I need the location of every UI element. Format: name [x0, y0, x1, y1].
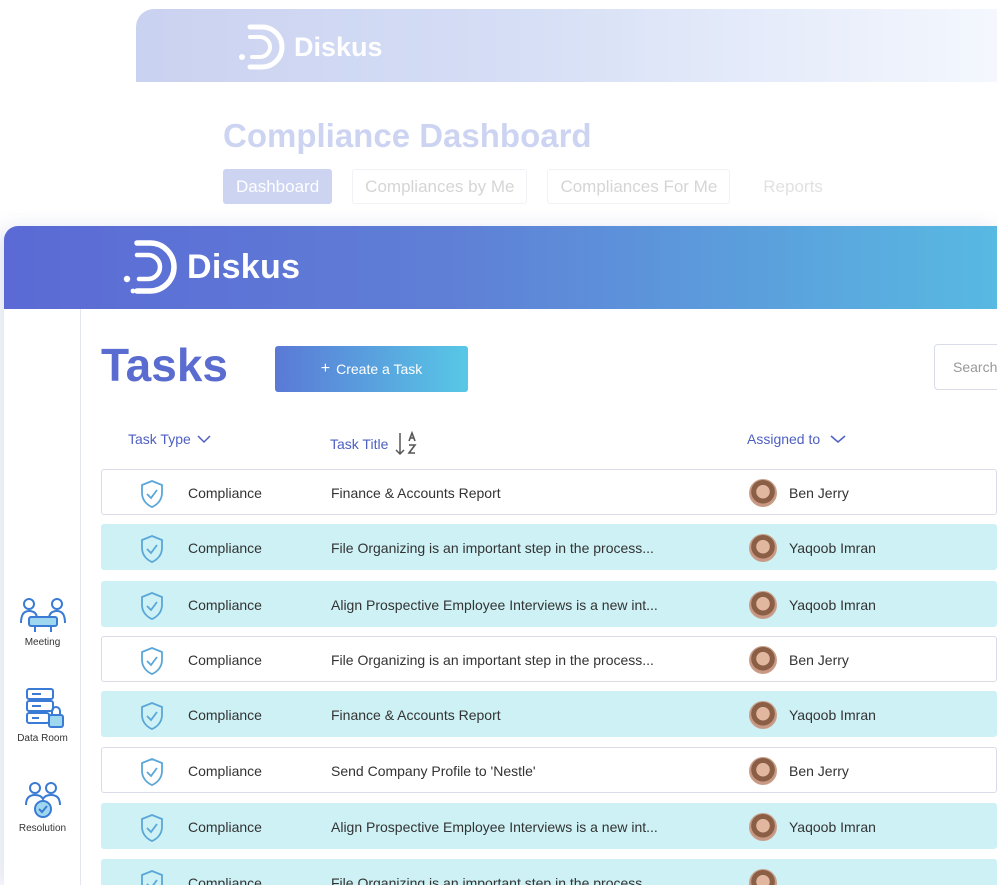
column-header-task-title[interactable]: Task Title [330, 431, 420, 457]
avatar [749, 869, 777, 885]
table-row[interactable]: Compliance File Organizing is an importan… [101, 636, 997, 682]
chevron-down-icon [197, 435, 211, 444]
compliance-icon-cell [140, 647, 164, 680]
sidebar: Meeting Data Room Resolution [4, 309, 81, 885]
sidebar-item-label: Meeting [24, 637, 61, 648]
assignee-name: Ben Jerry [789, 485, 849, 501]
task-title[interactable]: Finance & Accounts Report [331, 485, 501, 501]
tab-reports[interactable]: Reports [750, 169, 836, 204]
tab-compliances-for-me[interactable]: Compliances For Me [547, 169, 731, 204]
column-header-label: Task Type [128, 431, 191, 447]
task-title[interactable]: Align Prospective Employee Interviews is… [331, 597, 658, 613]
column-header-label: Task Title [330, 436, 389, 452]
resolution-icon [24, 782, 61, 818]
plus-icon: + [320, 360, 331, 377]
assignee-name: Yaqoob Imran [789, 597, 876, 613]
tab-compliances-by-me[interactable]: Compliances by Me [352, 169, 528, 204]
app-logo[interactable]: Diskus [119, 238, 300, 296]
tasks-window: Diskus Meeting Data Room Resolution Task… [4, 226, 997, 885]
compliance-icon-cell [140, 592, 164, 625]
background-window: Diskus Compliance Dashboard Dashboard Co… [136, 9, 997, 229]
sidebar-item-resolution[interactable]: Resolution [4, 781, 81, 834]
sidebar-item-label: Data Room [17, 733, 68, 744]
diskus-logo-icon [123, 240, 177, 294]
shield-check-icon [141, 702, 163, 730]
avatar [749, 534, 777, 562]
column-header-assigned-to[interactable]: Assigned to [747, 431, 846, 447]
page-title: Tasks [101, 339, 229, 391]
compliance-icon-cell [140, 480, 164, 513]
task-type: Compliance [188, 485, 262, 501]
avatar [749, 591, 777, 619]
compliance-icon-cell [140, 870, 164, 885]
background-logo: Diskus [236, 23, 383, 71]
avatar [749, 701, 777, 729]
background-tab-bar: Dashboard Compliances by Me Compliances … [223, 169, 836, 204]
diskus-logo-icon [239, 24, 285, 70]
table-row[interactable]: Compliance Align Prospective Employee Int… [101, 803, 997, 849]
task-type: Compliance [188, 819, 262, 835]
compliance-icon-cell [140, 814, 164, 847]
compliance-icon-cell [140, 535, 164, 568]
sidebar-item-meeting[interactable]: Meeting [4, 597, 81, 648]
column-header-label: Assigned to [747, 431, 821, 447]
create-task-button[interactable]: + Create a Task [275, 346, 468, 392]
assignee-name: Yaqoob Imran [789, 540, 876, 556]
avatar [749, 813, 777, 841]
brand-name: Diskus [187, 247, 301, 286]
shield-check-icon [141, 592, 163, 620]
shield-check-icon [141, 870, 163, 885]
task-title[interactable]: File Organizing is an important step in … [331, 540, 654, 556]
sidebar-item-label: Resolution [18, 823, 67, 834]
task-type: Compliance [188, 597, 262, 613]
create-task-label: Create a Task [336, 361, 423, 377]
table-row[interactable]: Compliance File Organizing is an importan… [101, 859, 997, 885]
table-row[interactable]: Compliance File Organizing is an importan… [101, 524, 997, 570]
table-row[interactable]: Compliance Finance & Accounts Report Yaqoo… [101, 691, 997, 737]
task-title[interactable]: Send Company Profile to 'Nestle' [331, 763, 536, 779]
task-type: Compliance [188, 652, 262, 668]
sidebar-item-data-room[interactable]: Data Room [4, 687, 81, 744]
tab-dashboard[interactable]: Dashboard [223, 169, 333, 204]
meeting-icon [19, 598, 66, 632]
avatar [749, 757, 777, 785]
task-title[interactable]: Align Prospective Employee Interviews is… [331, 819, 658, 835]
assignee-name: Yaqoob Imran [789, 819, 876, 835]
app-header: Diskus [4, 226, 997, 309]
table-row[interactable]: Compliance Align Prospective Employee Int… [101, 581, 997, 627]
search-input[interactable] [934, 344, 997, 390]
shield-check-icon [141, 535, 163, 563]
background-header: Diskus [136, 9, 997, 82]
task-type: Compliance [188, 875, 262, 885]
table-row[interactable]: Compliance Send Company Profile to 'Nestl… [101, 747, 997, 793]
assignee-name: Yaqoob Imran [789, 707, 876, 723]
shield-check-icon [141, 758, 163, 786]
background-page-title: Compliance Dashboard [223, 117, 592, 154]
task-title[interactable]: File Organizing is an important step in … [331, 875, 654, 885]
task-title[interactable]: Finance & Accounts Report [331, 707, 501, 723]
task-type: Compliance [188, 763, 262, 779]
chevron-down-icon [830, 435, 846, 443]
sort-alpha-icon[interactable] [394, 431, 420, 457]
avatar [749, 479, 777, 507]
data-room-icon [25, 688, 64, 728]
avatar [749, 646, 777, 674]
compliance-icon-cell [140, 758, 164, 791]
table-row[interactable]: Compliance Finance & Accounts Report Ben J… [101, 469, 997, 515]
shield-check-icon [141, 480, 163, 508]
assignee-name: Ben Jerry [789, 763, 849, 779]
task-title[interactable]: File Organizing is an important step in … [331, 652, 654, 668]
task-type: Compliance [188, 707, 262, 723]
assignee-name: Ben Jerry [789, 652, 849, 668]
task-type: Compliance [188, 540, 262, 556]
column-header-task-type[interactable]: Task Type [128, 431, 211, 447]
compliance-icon-cell [140, 702, 164, 735]
shield-check-icon [141, 647, 163, 675]
background-brand-name: Diskus [294, 31, 383, 62]
shield-check-icon [141, 814, 163, 842]
